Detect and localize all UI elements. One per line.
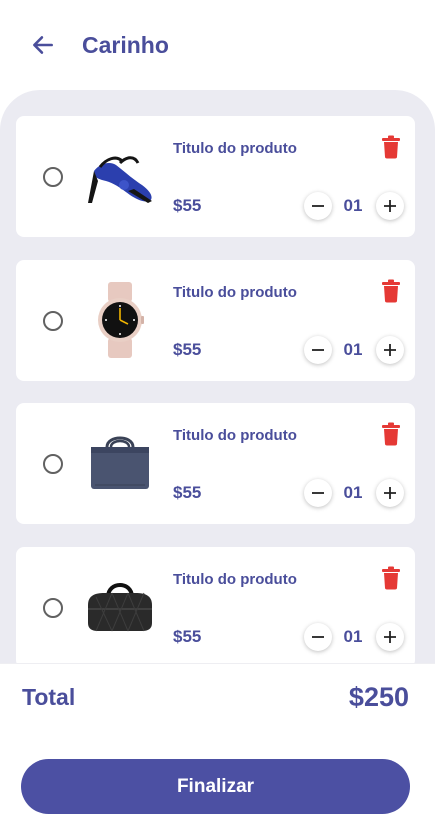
- decrease-qty-button[interactable]: [304, 336, 332, 364]
- increase-qty-button[interactable]: [376, 192, 404, 220]
- delete-item-button[interactable]: [380, 566, 402, 590]
- quantity-value: 01: [343, 627, 363, 646]
- product-image-smartwatch: [78, 282, 162, 358]
- decrease-qty-button[interactable]: [304, 192, 332, 220]
- cart-item: Titulo do produto $55 01: [16, 403, 415, 524]
- product-price: $55: [173, 627, 202, 646]
- product-image-laptop-bag: [78, 425, 162, 501]
- delete-item-button[interactable]: [380, 135, 402, 159]
- product-title: Titulo do produto: [173, 140, 297, 157]
- app-bar: Carinho: [0, 0, 435, 90]
- cart-item: Titulo do produto $55 01: [16, 260, 415, 381]
- increase-qty-button[interactable]: [376, 623, 404, 651]
- arrow-left-icon: [33, 36, 53, 54]
- plus-icon: [384, 631, 396, 643]
- decrease-qty-button[interactable]: [304, 623, 332, 651]
- trash-icon: [382, 566, 400, 590]
- minus-icon: [312, 636, 324, 638]
- finish-button[interactable]: Finalizar: [21, 759, 410, 814]
- page-title: Carinho: [82, 32, 169, 58]
- select-item-radio[interactable]: [43, 598, 63, 618]
- minus-icon: [312, 492, 324, 494]
- trash-icon: [382, 422, 400, 446]
- select-item-radio[interactable]: [43, 454, 63, 474]
- cart-item: Titulo do produto $55 01: [16, 547, 415, 668]
- product-title: Titulo do produto: [173, 571, 297, 588]
- delete-item-button[interactable]: [380, 422, 402, 446]
- quantity-value: 01: [343, 483, 363, 502]
- select-item-radio[interactable]: [43, 311, 63, 331]
- product-image-duffel-bag: [78, 569, 162, 645]
- increase-qty-button[interactable]: [376, 479, 404, 507]
- back-button[interactable]: [28, 30, 58, 60]
- product-image-sandal: [78, 138, 162, 214]
- total-value: $250: [348, 682, 409, 712]
- plus-icon: [384, 344, 396, 356]
- cart-item: Titulo do produto $55 01: [16, 116, 415, 237]
- cart-footer: Total $250 Finalizar: [0, 663, 435, 829]
- decrease-qty-button[interactable]: [304, 479, 332, 507]
- cart-list[interactable]: Titulo do produto $55 01 Titulo do produ…: [0, 90, 435, 690]
- delete-item-button[interactable]: [380, 279, 402, 303]
- product-title: Titulo do produto: [173, 427, 297, 444]
- minus-icon: [312, 205, 324, 207]
- total-label: Total: [22, 684, 76, 710]
- plus-icon: [384, 200, 396, 212]
- product-price: $55: [173, 340, 202, 359]
- product-price: $55: [173, 196, 202, 215]
- select-item-radio[interactable]: [43, 167, 63, 187]
- trash-icon: [382, 279, 400, 303]
- plus-icon: [384, 487, 396, 499]
- trash-icon: [382, 135, 400, 159]
- minus-icon: [312, 349, 324, 351]
- increase-qty-button[interactable]: [376, 336, 404, 364]
- quantity-value: 01: [343, 196, 363, 215]
- quantity-value: 01: [343, 340, 363, 359]
- product-title: Titulo do produto: [173, 284, 297, 301]
- product-price: $55: [173, 483, 202, 502]
